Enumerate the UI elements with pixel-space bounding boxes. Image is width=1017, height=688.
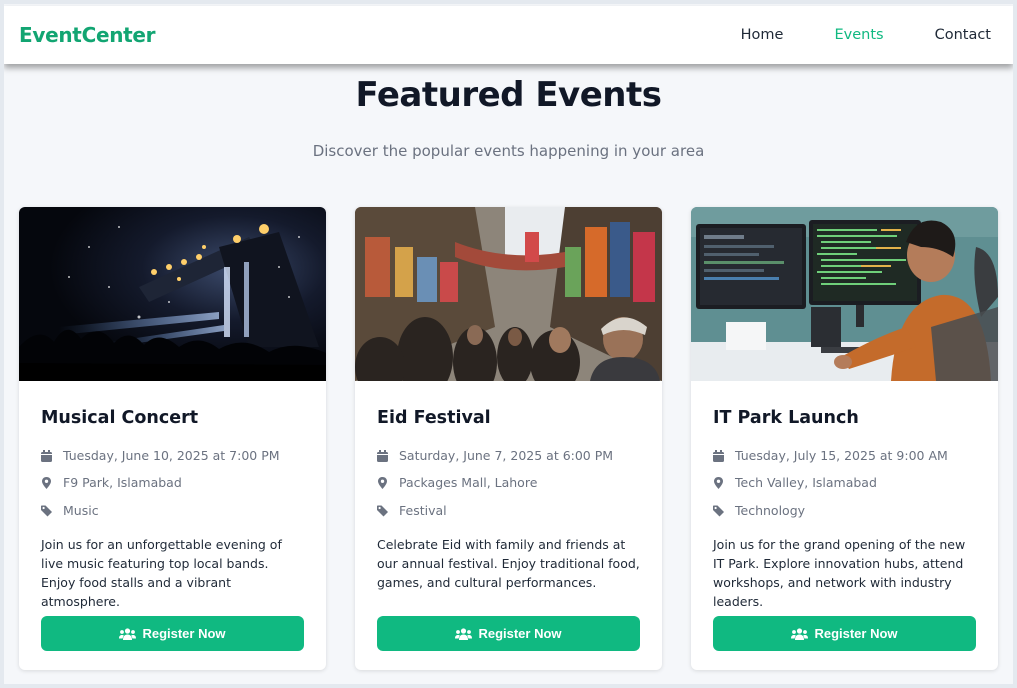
nav-link-contact[interactable]: Contact: [935, 27, 991, 43]
event-category: Music: [41, 503, 99, 518]
event-location: F9 Park, Islamabad: [41, 475, 182, 490]
map-pin-icon: [378, 476, 387, 489]
navbar: EventCenter Home Events Contact: [4, 6, 1013, 64]
calendar-icon: [41, 449, 52, 462]
event-location: Packages Mall, Lahore: [377, 475, 537, 490]
calendar-icon: [377, 449, 388, 462]
event-date: Tuesday, July 15, 2025 at 9:00 AM: [713, 448, 948, 463]
nav-link-home[interactable]: Home: [741, 27, 784, 43]
event-date-text: Tuesday, June 10, 2025 at 7:00 PM: [63, 448, 280, 463]
event-card-eid: Eid Festival Saturday, June 7, 2025 at 6…: [355, 207, 662, 670]
event-category: Festival: [377, 503, 447, 518]
brand-logo[interactable]: EventCenter: [19, 23, 156, 47]
event-image-itpark: [691, 207, 998, 381]
event-date-text: Saturday, June 7, 2025 at 6:00 PM: [399, 448, 614, 463]
register-button[interactable]: Register Now: [377, 616, 640, 651]
event-location-text: F9 Park, Islamabad: [63, 475, 182, 490]
users-icon: [791, 627, 809, 640]
event-location-text: Packages Mall, Lahore: [399, 475, 538, 490]
event-description: Celebrate Eid with family and friends at…: [377, 537, 640, 590]
calendar-icon: [713, 449, 724, 462]
event-category-text: Festival: [399, 503, 447, 518]
register-button[interactable]: Register Now: [41, 616, 304, 651]
event-image-concert: [19, 207, 326, 381]
event-location-text: Tech Valley, Islamabad: [735, 475, 877, 490]
map-pin-icon: [42, 476, 51, 489]
page-title: Featured Events: [355, 75, 662, 115]
event-description: Join us for an unforgettable evening of …: [41, 537, 282, 609]
event-card-concert: Musical Concert Tuesday, June 10, 2025 a…: [19, 207, 326, 670]
event-category-text: Music: [63, 503, 99, 518]
event-location: Tech Valley, Islamabad: [713, 475, 877, 490]
tag-icon: [377, 505, 388, 516]
event-date: Tuesday, June 10, 2025 at 7:00 PM: [41, 448, 280, 463]
event-category: Technology: [713, 503, 805, 518]
tag-icon: [41, 505, 52, 516]
users-icon: [119, 627, 137, 640]
register-button-label: Register Now: [142, 626, 226, 641]
event-card-itpark: IT Park Launch Tuesday, July 15, 2025 at…: [691, 207, 998, 670]
page-subtitle: Discover the popular events happening in…: [312, 142, 705, 160]
nav-links: Home Events Contact: [690, 27, 991, 43]
users-icon: [455, 627, 473, 640]
tag-icon: [713, 505, 724, 516]
register-button-label: Register Now: [478, 626, 562, 641]
event-description: Join us for the grand opening of the new…: [713, 537, 966, 609]
register-button[interactable]: Register Now: [713, 616, 976, 651]
nav-link-events[interactable]: Events: [834, 27, 883, 43]
map-pin-icon: [714, 476, 723, 489]
event-image-eid: [355, 207, 662, 381]
event-title: IT Park Launch: [713, 408, 859, 428]
event-title: Eid Festival: [377, 408, 491, 428]
event-date-text: Tuesday, July 15, 2025 at 9:00 AM: [735, 448, 948, 463]
register-button-label: Register Now: [814, 626, 898, 641]
event-date: Saturday, June 7, 2025 at 6:00 PM: [377, 448, 613, 463]
event-category-text: Technology: [735, 503, 806, 518]
browser-viewport: EventCenter Home Events Contact Featured…: [4, 4, 1013, 684]
event-title: Musical Concert: [41, 408, 199, 428]
